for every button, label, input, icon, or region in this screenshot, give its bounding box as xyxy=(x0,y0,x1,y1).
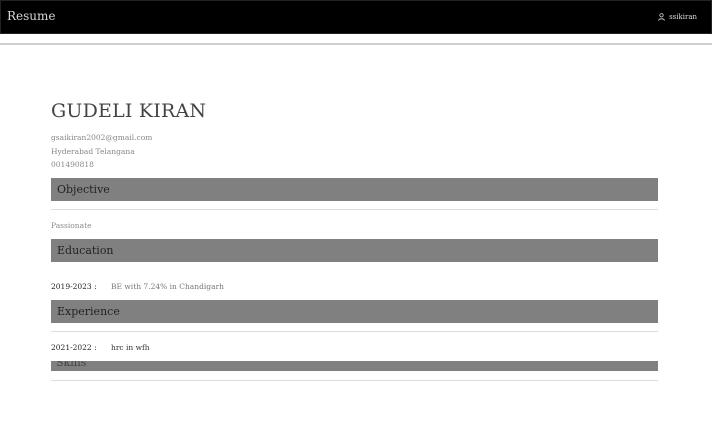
experience-section-header: Experience xyxy=(51,300,658,323)
experience-years: 2021-2022 : xyxy=(51,343,97,352)
experience-divider xyxy=(51,331,658,332)
user-icon xyxy=(658,13,665,21)
objective-title: Objective xyxy=(57,183,110,196)
brand-link[interactable]: Resume xyxy=(7,9,56,23)
contact-location: Hyderabad Telangana xyxy=(51,147,135,156)
objective-text: Passionate xyxy=(51,221,92,230)
objective-divider xyxy=(51,209,658,210)
header-divider xyxy=(0,43,712,45)
education-years: 2019-2023 : xyxy=(51,282,97,291)
education-section-header: Education xyxy=(51,239,658,262)
education-title: Education xyxy=(57,244,114,257)
navbar: Resume ssikiran xyxy=(0,0,712,34)
username-label: ssikiran xyxy=(669,13,697,21)
skills-section-header: Skills xyxy=(51,361,658,371)
education-detail: BE with 7.24% in Chandigarh xyxy=(111,282,224,291)
user-menu[interactable]: ssikiran xyxy=(658,13,697,21)
contact-email: gsaikiran2002@gmail.com xyxy=(51,133,153,142)
experience-detail: hrc in wfh xyxy=(111,343,150,352)
skills-title: Skills xyxy=(56,361,87,369)
experience-title: Experience xyxy=(57,305,120,318)
objective-section-header: Objective xyxy=(51,178,658,201)
contact-phone: 001490818 xyxy=(51,160,94,169)
skills-divider xyxy=(51,380,658,381)
resume-name: GUDELI KIRAN xyxy=(51,100,207,122)
